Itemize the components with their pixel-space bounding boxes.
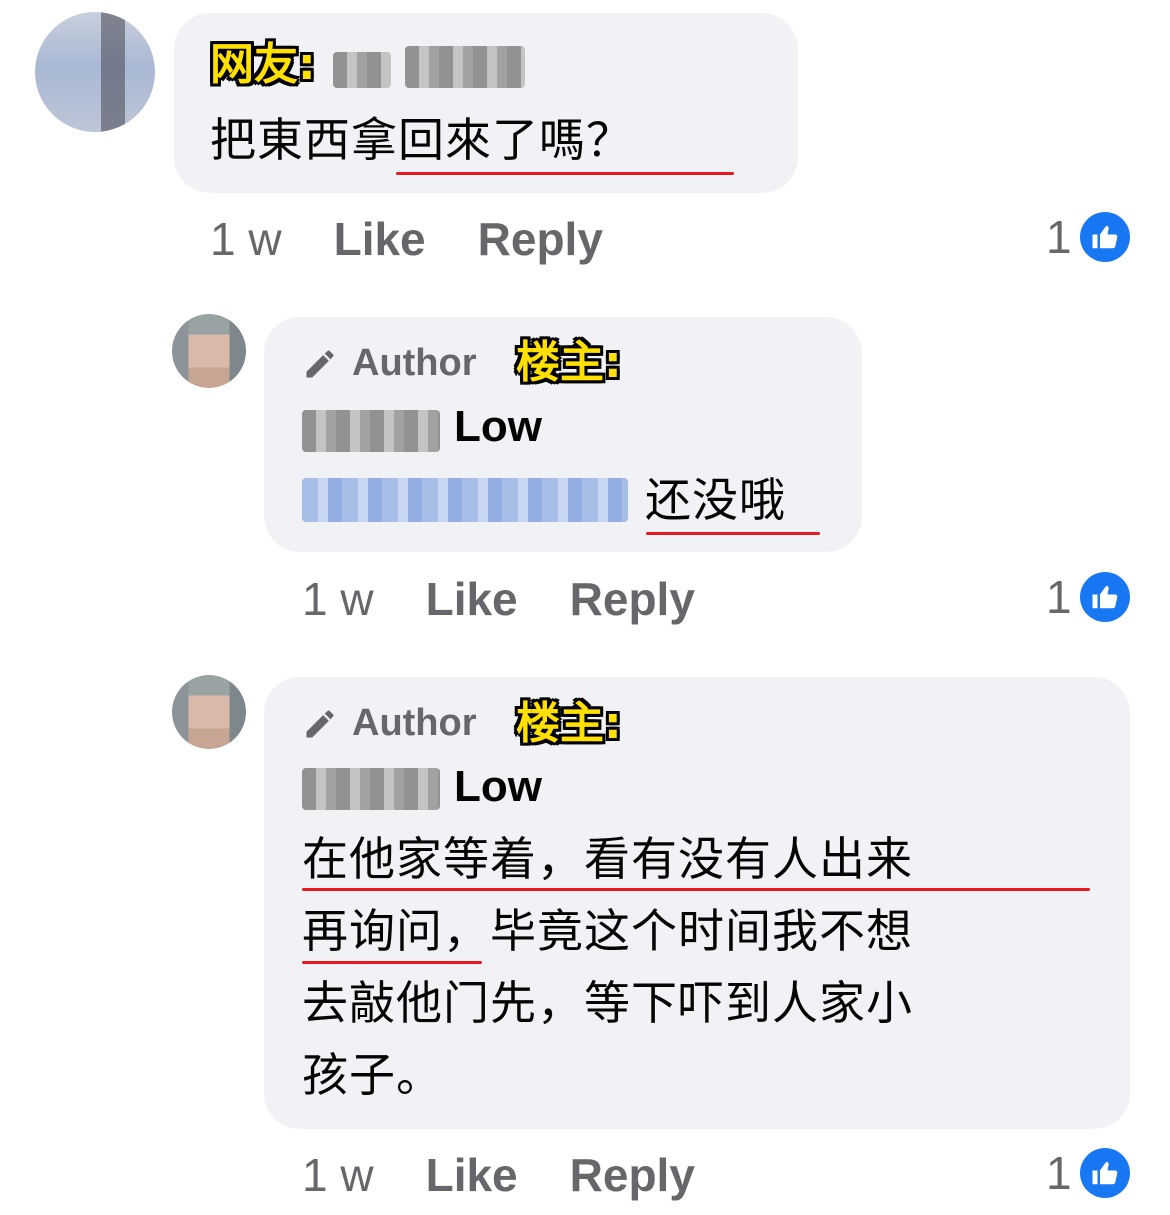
blurred-mention [302,478,628,522]
comment-actions: 1 w Like Reply [302,1148,695,1202]
blurred-name [302,410,440,452]
blurred-name [333,52,391,88]
thumbs-up-icon [1079,572,1130,622]
comment-text: 还没哦 [645,473,786,527]
highlight-underline [646,532,820,535]
comment-text-line: 再询问，毕竟这个时间我不想 [302,904,913,958]
reply-button[interactable]: Reply [478,212,603,266]
commenter-tag: 网友: [210,39,316,90]
highlight-underline [302,961,482,964]
reaction-count-value: 1 [1046,571,1072,623]
author-label: Author [352,342,477,384]
comment-actions: 1 w Like Reply [210,212,603,266]
pencil-icon [306,710,334,737]
author-badge: Author [302,342,477,385]
reply-button[interactable]: Reply [570,572,695,626]
commenter-tag: 楼主: [516,698,622,749]
like-button[interactable]: Like [426,1148,518,1202]
comment-text: 把東西拿回來了嗎？ [210,113,633,167]
blurred-name [302,768,440,810]
author-label: Author [352,702,477,744]
thumbs-up-icon [1079,1148,1130,1198]
reply-button[interactable]: Reply [570,1148,695,1202]
blurred-name [405,46,525,88]
comment-actions: 1 w Like Reply [302,572,695,626]
avatar[interactable] [172,675,246,749]
highlight-underline [396,172,734,175]
reaction-count[interactable]: 1 [1046,210,1130,264]
comment-time[interactable]: 1 w [210,212,282,266]
highlight-underline [302,888,1090,891]
reaction-count[interactable]: 1 [1046,570,1130,624]
thumbs-up-icon [1079,212,1130,262]
commenter-tag: 楼主: [516,337,622,388]
comment-text-line: 去敲他门先，等下吓到人家小 [302,976,913,1030]
comment-time[interactable]: 1 w [302,1148,374,1202]
commenter-name[interactable]: Low [454,402,542,452]
reaction-count-value: 1 [1046,1147,1072,1199]
reaction-count-value: 1 [1046,211,1072,263]
comment-text-line: 在他家等着，看有没有人出来 [302,832,913,886]
comment-time[interactable]: 1 w [302,572,374,626]
author-badge: Author [302,702,477,745]
avatar[interactable] [172,314,246,388]
commenter-name[interactable]: Low [454,762,542,812]
like-button[interactable]: Like [334,212,426,266]
pencil-icon [306,350,334,377]
comment-text-line: 孩子。 [302,1048,443,1102]
avatar[interactable] [35,12,155,132]
reaction-count[interactable]: 1 [1046,1146,1130,1200]
like-button[interactable]: Like [426,572,518,626]
